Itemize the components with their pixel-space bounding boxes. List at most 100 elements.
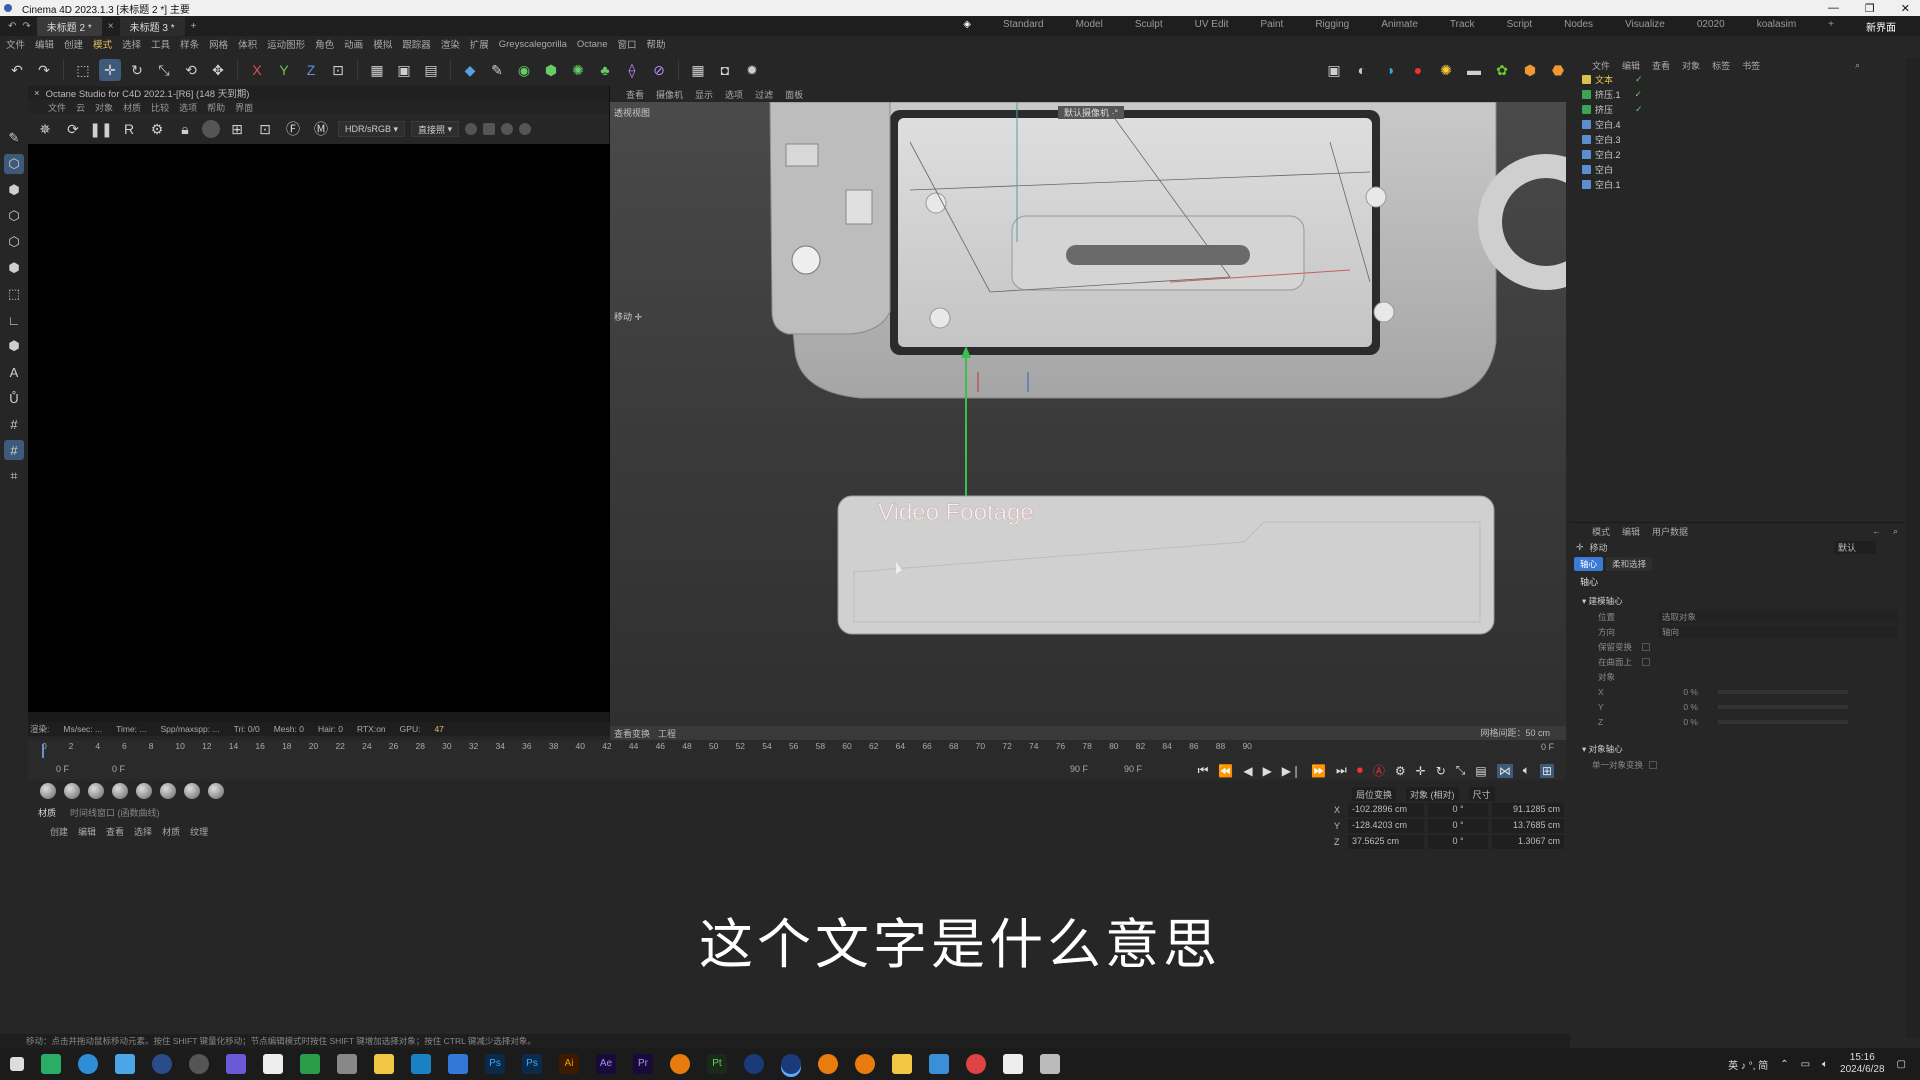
key-param-icon[interactable]: ▤	[1475, 764, 1486, 778]
keyframe-selection-icon[interactable]: ⚙	[1395, 764, 1406, 778]
menu-edit[interactable]: 编辑	[35, 37, 54, 51]
position-y-field[interactable]: -128.4203 cm	[1348, 819, 1424, 833]
object-item-null-4[interactable]: 空白.4	[1570, 117, 1906, 132]
scene-text[interactable]: Video Footage	[878, 499, 1034, 526]
edge-icon[interactable]	[78, 1054, 98, 1074]
menu-window[interactable]: 窗口	[618, 37, 637, 51]
start-icon[interactable]	[10, 1057, 24, 1071]
viewport-menu-view[interactable]: 查看	[626, 88, 644, 101]
chevron-up-icon[interactable]: ⌃	[1780, 1059, 1788, 1070]
visibility-icon[interactable]: ✓	[1635, 104, 1643, 115]
layout-paint[interactable]: Paint	[1261, 19, 1284, 34]
terminal-icon[interactable]	[263, 1054, 283, 1074]
app-icon[interactable]	[1040, 1054, 1060, 1074]
last-tool-icon[interactable]: ⟲	[180, 59, 202, 81]
octane-menu-file[interactable]: 文件	[48, 101, 66, 114]
chrome-icon[interactable]	[966, 1054, 986, 1074]
edit-icon[interactable]: ✎	[4, 128, 24, 148]
file-explorer-icon[interactable]	[374, 1054, 394, 1074]
doc-tab-2[interactable]: 未标题 3 *	[119, 16, 185, 36]
layout-sculpt[interactable]: Sculpt	[1135, 19, 1163, 34]
menu-greyscalegorilla[interactable]: Greyscalegorilla	[499, 39, 567, 50]
rotate-tool-icon[interactable]: ↻	[126, 59, 148, 81]
octane-lock-icon[interactable]: 🔒︎	[174, 118, 196, 140]
object-item-null[interactable]: 空白	[1570, 162, 1906, 177]
octane-record-icon[interactable]: ●	[1407, 59, 1429, 81]
layout-standard[interactable]: Standard	[1003, 19, 1044, 34]
om-menu-view[interactable]: 查看	[1652, 59, 1670, 72]
octane-m-icon[interactable]: Ⓜ	[310, 118, 332, 140]
viewport-menu-filter[interactable]: 过滤	[755, 88, 773, 101]
checkbox[interactable]	[1649, 760, 1658, 769]
material-menu-texture[interactable]: 纹理	[190, 825, 208, 838]
viewport-camera-badge[interactable]: 默认摄像机 ·°	[1058, 106, 1125, 119]
octane-region-icon[interactable]: R	[118, 118, 140, 140]
doc-tab-1[interactable]: 未标题 2 *	[36, 16, 102, 36]
autokey-icon[interactable]: Ⓐ	[1373, 762, 1385, 779]
render-settings-icon[interactable]: ▤	[420, 59, 442, 81]
go-to-start-icon[interactable]: ⏮	[1198, 763, 1209, 778]
app-icon[interactable]	[1003, 1054, 1023, 1074]
menu-mograph[interactable]: 运动图形	[267, 37, 305, 51]
octane-material-icon[interactable]: ◑	[1379, 59, 1401, 81]
notification-icon[interactable]: ▢	[1897, 1059, 1906, 1070]
render-view-icon[interactable]: ▦	[366, 59, 388, 81]
view-transform-label[interactable]: 查看变换	[614, 727, 650, 740]
attr-value[interactable]: 选取对象	[1658, 610, 1898, 623]
size-x-field[interactable]: 91.1285 cm	[1492, 803, 1564, 817]
deformer-icon[interactable]: ♣	[594, 59, 616, 81]
am-menu-userdata[interactable]: 用户数据	[1652, 525, 1688, 538]
wechat-icon[interactable]	[41, 1054, 61, 1074]
om-menu-edit[interactable]: 编辑	[1622, 59, 1640, 72]
edges-mode-icon[interactable]: ⬡	[4, 232, 24, 252]
am-menu-edit[interactable]: 编辑	[1622, 525, 1640, 538]
menu-tracker[interactable]: 跟踪器	[402, 37, 431, 51]
viewport-menu-camera[interactable]: 摄像机	[656, 88, 683, 101]
material-ball[interactable]	[160, 783, 176, 799]
cinema4d-icon[interactable]	[781, 1054, 801, 1074]
layout-uv-edit[interactable]: UV Edit	[1195, 19, 1229, 34]
attr-value[interactable]: 0 %	[1658, 717, 1698, 727]
rotation-p-field[interactable]: 0 °	[1428, 819, 1488, 833]
network-icon[interactable]: ▭	[1801, 1059, 1810, 1070]
blender-icon[interactable]	[818, 1054, 838, 1074]
object-item-null-2[interactable]: 空白.2	[1570, 147, 1906, 162]
layout-rigging[interactable]: Rigging	[1315, 19, 1349, 34]
play-icon[interactable]: ▶	[1263, 764, 1272, 778]
cinema4d-icon[interactable]	[744, 1054, 764, 1074]
tab-axis[interactable]: 轴心	[1574, 557, 1604, 571]
octane-toggle-icon[interactable]	[483, 123, 496, 135]
cube-icon[interactable]: ◆	[459, 59, 481, 81]
coordinate-system-icon[interactable]: ⊡	[327, 59, 349, 81]
go-to-end-icon[interactable]: ⏭	[1336, 763, 1347, 778]
material-menu-select[interactable]: 选择	[134, 825, 152, 838]
menu-render[interactable]: 渲染	[441, 37, 460, 51]
octane-f-icon[interactable]: Ⓕ	[282, 118, 304, 140]
close-icon[interactable]: ×	[34, 88, 40, 99]
photoshop-icon[interactable]: Ps	[522, 1054, 542, 1074]
key-rotation-icon[interactable]: ↻	[1436, 764, 1446, 778]
close-icon[interactable]: ✕	[1901, 2, 1910, 15]
qq-icon[interactable]	[115, 1054, 135, 1074]
octane-settings-icon[interactable]: ◐	[1351, 59, 1373, 81]
viewport[interactable]: Video Footage 查看 摄像机 显示 选项 过滤 面板 透视视图 默认…	[610, 86, 1566, 740]
record-icon[interactable]: ⏺	[1357, 763, 1363, 778]
project-label[interactable]: 工程	[658, 727, 676, 740]
group-object-axis[interactable]: ▾ 对象轴心	[1570, 743, 1906, 757]
layout-track[interactable]: Track	[1450, 19, 1475, 34]
material-menu-view[interactable]: 查看	[106, 825, 124, 838]
menu-tools[interactable]: 工具	[151, 37, 170, 51]
quantize-icon[interactable]: ⌗	[4, 466, 24, 486]
octane-menu-options[interactable]: 选项	[179, 101, 197, 114]
object-item-text[interactable]: 文本 ✓	[1570, 72, 1906, 87]
material-ball[interactable]	[184, 783, 200, 799]
search-icon[interactable]: ⌕	[1893, 526, 1898, 537]
menu-spline[interactable]: 样条	[180, 37, 199, 51]
timeline[interactable]: 0 2 4 6 8 10 12 14 16 18 20 22 24 26 28 30 32 34 36 38 40 42 4…	[28, 740, 1566, 780]
add-layout-icon[interactable]: +	[1828, 19, 1834, 34]
redo-icon[interactable]: ↷	[22, 21, 30, 32]
menu-octane[interactable]: Octane	[577, 39, 608, 50]
checkbox[interactable]	[1642, 657, 1650, 666]
material-ball[interactable]	[64, 783, 80, 799]
material-ball[interactable]	[88, 783, 104, 799]
